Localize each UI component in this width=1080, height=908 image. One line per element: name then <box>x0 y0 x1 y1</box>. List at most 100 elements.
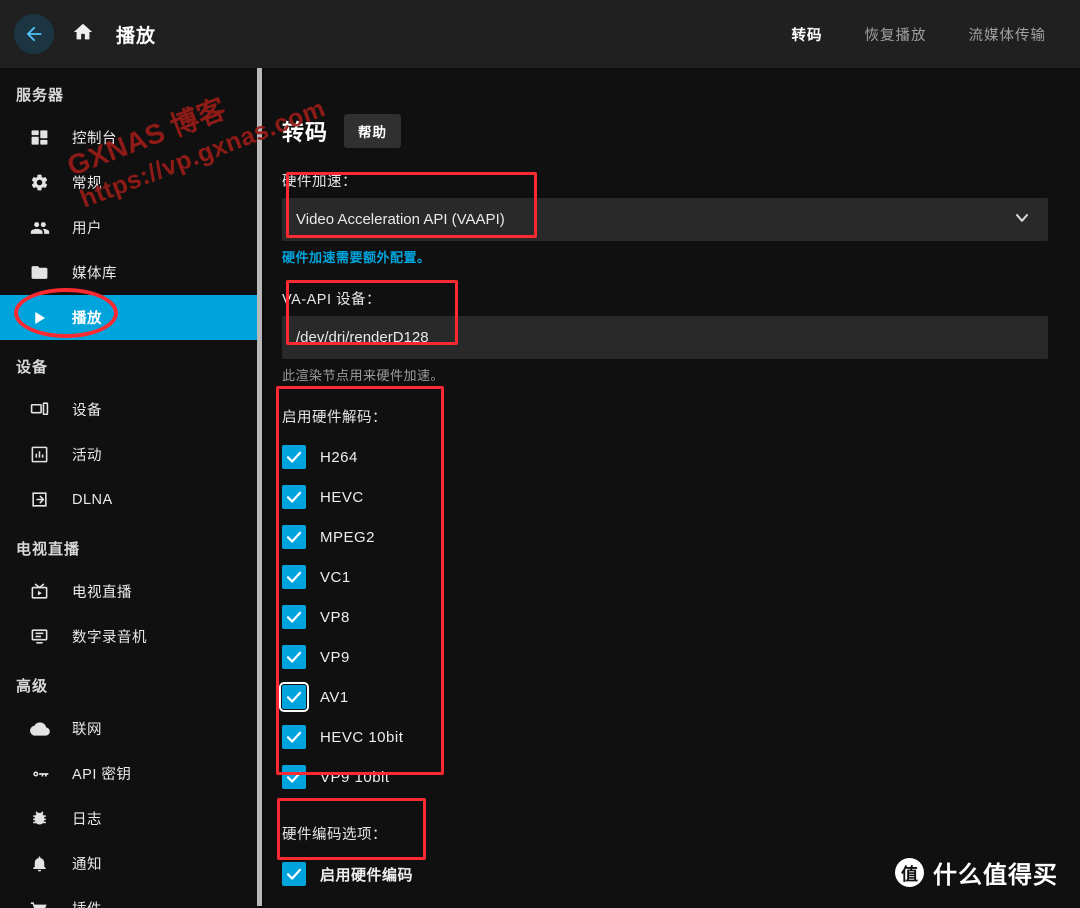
hw-decode-label-item: VP8 <box>320 608 350 626</box>
home-button[interactable] <box>68 19 98 49</box>
check-icon <box>282 565 306 589</box>
vaapi-device-value: /dev/dri/renderD128 <box>296 329 429 346</box>
dvr-icon <box>30 626 56 648</box>
hw-accel-select[interactable]: Video Acceleration API (VAAPI) <box>282 198 1048 241</box>
hw-decode-checkbox-vc1[interactable]: VC1 <box>282 557 1050 597</box>
sidebar-scroll-area: 服务器 控制台 常规 用户 媒体库 播放 设备 设备 活动 DLNA 电视直播 … <box>0 68 258 908</box>
check-icon <box>282 725 306 749</box>
tab-streaming[interactable]: 流媒体传输 <box>969 24 1047 45</box>
page-title: 播放 <box>116 25 157 47</box>
hw-encode-group: 硬件编码选项： 启用硬件编码 启用低电压模式的 Intel H.264 硬件编码… <box>282 823 1050 908</box>
cloud-icon <box>30 718 56 740</box>
sidebar-item-devices[interactable]: 设备 <box>0 387 258 432</box>
section-header: 转码 帮助 <box>282 114 1050 148</box>
folder-icon <box>30 262 56 284</box>
sidebar-item-dashboard[interactable]: 控制台 <box>0 115 258 160</box>
tab-resume-playback[interactable]: 恢复播放 <box>865 24 927 45</box>
hw-decode-checkbox-hevc[interactable]: HEVC <box>282 477 1050 517</box>
sidebar-item-users[interactable]: 用户 <box>0 205 258 250</box>
hw-decode-label-item: HEVC 10bit <box>320 728 404 746</box>
help-button[interactable]: 帮助 <box>344 114 402 148</box>
hw-encode-enable-checkbox[interactable]: 启用硬件编码 <box>282 854 1050 894</box>
check-icon <box>282 445 306 469</box>
sidebar-item-networking[interactable]: 联网 <box>0 706 258 751</box>
dashboard-icon <box>30 127 56 149</box>
sidebar-item-label: API 密钥 <box>72 767 132 783</box>
sidebar-item-dvr[interactable]: 数字录音机 <box>0 614 258 659</box>
app-root: 播放 转码 恢复播放 流媒体传输 服务器 控制台 常规 用户 媒体库 播放 设备… <box>0 0 1080 908</box>
back-button[interactable] <box>14 14 54 54</box>
check-icon <box>282 645 306 669</box>
sidebar-item-label: 数字录音机 <box>72 630 147 646</box>
bug-icon <box>30 808 56 830</box>
vaapi-device-input[interactable]: /dev/dri/renderD128 <box>282 316 1048 359</box>
hw-encode-lowpower-checkbox[interactable]: 启用低电压模式的 Intel H.264 硬件编码器 <box>282 900 1050 908</box>
hw-decode-label-item: H264 <box>320 448 358 466</box>
sidebar-item-api-keys[interactable]: API 密钥 <box>0 751 258 796</box>
sidebar-item-label: 联网 <box>72 722 102 738</box>
section-title: 转码 <box>282 120 329 145</box>
sidebar-item-label: 播放 <box>72 311 102 327</box>
hw-decode-checkbox-av1[interactable]: AV1 <box>279 677 1050 717</box>
sidebar-item-label: 日志 <box>72 812 102 828</box>
home-icon <box>72 21 94 48</box>
hw-encode-enable-label: 启用硬件编码 <box>320 866 414 884</box>
sidebar-item-label: 设备 <box>72 403 102 419</box>
vaapi-device-label: VA-API 设备： <box>282 292 381 308</box>
bell-icon <box>30 853 56 875</box>
sidebar-item-label: DLNA <box>72 491 113 508</box>
top-app-bar: 播放 转码 恢复播放 流媒体传输 <box>0 0 1080 68</box>
hw-decode-checkbox-vp910bit[interactable]: VP9 10bit <box>282 757 1050 797</box>
sidebar-item-live-tv[interactable]: 电视直播 <box>0 569 258 614</box>
check-icon <box>279 682 309 712</box>
check-icon <box>282 485 306 509</box>
vaapi-device-hint: 此渲染节点用来硬件加速。 <box>282 368 445 383</box>
check-icon <box>282 765 306 789</box>
sidebar-item-libraries[interactable]: 媒体库 <box>0 250 258 295</box>
users-icon <box>30 217 56 239</box>
check-icon <box>282 525 306 549</box>
play-icon <box>30 307 56 329</box>
sidebar-item-label: 媒体库 <box>72 266 117 282</box>
check-icon <box>282 862 306 886</box>
sidebar-item-label: 电视直播 <box>72 585 132 601</box>
hw-decode-checkbox-h264[interactable]: H264 <box>282 437 1050 477</box>
hw-decode-checkbox-hevc10bit[interactable]: HEVC 10bit <box>282 717 1050 757</box>
sidebar-group-livetv: 电视直播 <box>16 541 81 558</box>
cart-icon <box>30 898 56 908</box>
hw-decode-checkbox-mpeg2[interactable]: MPEG2 <box>282 517 1050 557</box>
sidebar-item-activity[interactable]: 活动 <box>0 432 258 477</box>
sidebar: 服务器 控制台 常规 用户 媒体库 播放 设备 设备 活动 DLNA 电视直播 … <box>0 68 258 908</box>
hw-decode-label-item: AV1 <box>320 688 349 706</box>
hw-decode-checkbox-vp8[interactable]: VP8 <box>282 597 1050 637</box>
sidebar-item-plugins[interactable]: 插件 <box>0 886 258 908</box>
arrow-left-icon <box>23 23 45 45</box>
activity-chart-icon <box>30 444 56 466</box>
sidebar-item-general[interactable]: 常规 <box>0 160 258 205</box>
sidebar-item-logs[interactable]: 日志 <box>0 796 258 841</box>
sidebar-item-label: 插件 <box>72 898 102 908</box>
sidebar-item-playback[interactable]: 播放 <box>0 295 258 340</box>
sidebar-scrollbar[interactable] <box>257 68 262 906</box>
sidebar-item-label: 活动 <box>72 448 102 464</box>
check-icon <box>282 605 306 629</box>
hw-encode-label: 硬件编码选项： <box>282 827 387 843</box>
top-nav-tabs: 转码 恢复播放 流媒体传输 <box>792 24 1080 45</box>
hw-decode-label-item: VP9 <box>320 648 350 666</box>
hw-decode-label-item: MPEG2 <box>320 528 376 546</box>
hw-decode-checkbox-vp9[interactable]: VP9 <box>282 637 1050 677</box>
sidebar-item-notifications[interactable]: 通知 <box>0 841 258 886</box>
sidebar-item-dlna[interactable]: DLNA <box>0 477 258 522</box>
hw-decode-label-item: HEVC <box>320 488 364 506</box>
sidebar-scrollbar-thumb[interactable] <box>257 68 262 906</box>
vaapi-device-field: VA-API 设备： /dev/dri/renderD128 此渲染节点用来硬件… <box>282 288 1050 384</box>
hw-accel-hint-link[interactable]: 硬件加速需要额外配置。 <box>282 247 1050 266</box>
hw-accel-value: Video Acceleration API (VAAPI) <box>296 211 505 228</box>
sidebar-item-label: 控制台 <box>72 131 117 147</box>
tab-transcoding[interactable]: 转码 <box>792 24 823 45</box>
sidebar-group-server: 服务器 <box>16 87 65 104</box>
key-icon <box>30 763 56 785</box>
chevron-down-icon <box>1012 207 1032 232</box>
sidebar-item-label: 常规 <box>72 176 102 192</box>
live-tv-icon <box>30 581 56 603</box>
